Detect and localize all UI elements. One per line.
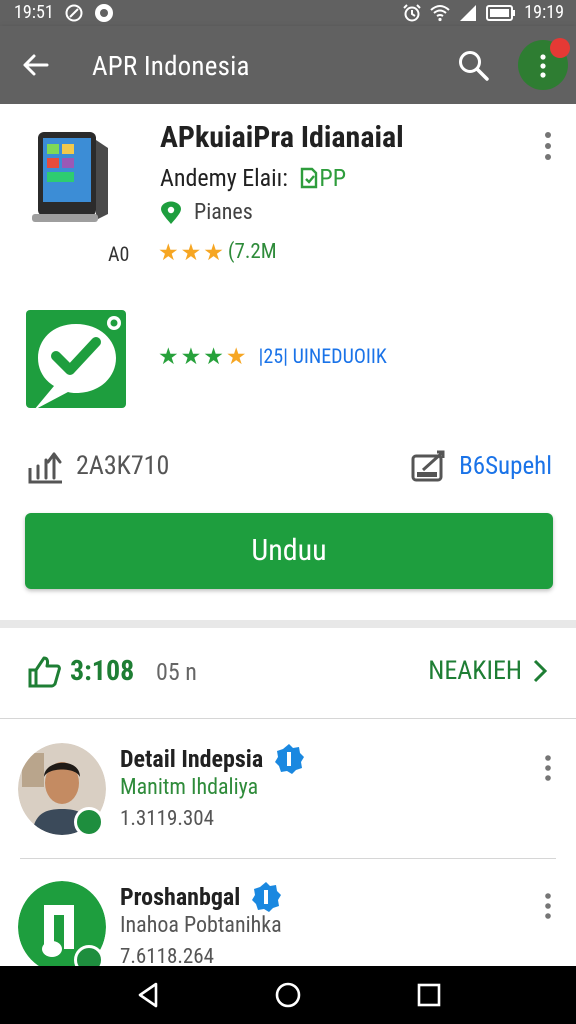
navigation-bar	[0, 966, 576, 1024]
app-name: APkuiaiPra Idianaial	[160, 120, 404, 155]
star-icon: ★	[158, 342, 179, 370]
status-time-left: 19:51	[14, 2, 54, 23]
app-badge-icon	[74, 807, 104, 837]
battery-icon	[486, 4, 516, 21]
size-stat[interactable]: B6Supehl	[409, 446, 552, 486]
developer-tag: PP	[293, 164, 346, 192]
star-icon: ★	[203, 238, 224, 266]
size-value: B6Supehl	[459, 451, 552, 481]
developer-label: Andemy Elaiı:	[160, 164, 288, 192]
alarm-icon	[403, 3, 421, 21]
rating-summary: ★ ★ ★ (7.2M	[158, 240, 277, 264]
age-rating: A0	[108, 242, 130, 266]
downloads-value: 2A3K710	[76, 451, 170, 481]
page-title: APR Indonesia	[92, 50, 250, 82]
category-label: Pianes	[194, 200, 253, 225]
thumbs-up-icon	[28, 656, 61, 688]
developer-badge-icon	[301, 167, 318, 189]
star-icon: ★	[225, 342, 247, 370]
home-nav-icon[interactable]	[273, 980, 303, 1010]
section-separator	[0, 620, 576, 628]
star-icon: ★	[158, 238, 179, 266]
status-time-right: 19:19	[524, 2, 564, 23]
category-pin-icon	[161, 201, 181, 224]
account-menu-button[interactable]	[518, 38, 570, 90]
search-icon[interactable]	[456, 48, 492, 84]
download-count-icon	[28, 452, 62, 484]
item-title: Detail Indepsia	[120, 745, 264, 773]
app-icon	[26, 310, 126, 410]
notification-dot-icon	[94, 3, 113, 22]
reviews-count: 3:108	[70, 654, 135, 687]
developer-tag-text: PP	[319, 164, 347, 192]
item-number: 1.3119.304	[120, 807, 215, 831]
rating-count: (7.2M	[227, 240, 277, 264]
star-icon: ★	[180, 342, 202, 370]
downloads-stat: 2A3K710	[26, 446, 169, 486]
reviews-more-label: NEAKIEH	[428, 656, 522, 686]
item-title: Proshanbgal	[120, 883, 241, 911]
wifi-icon	[430, 4, 450, 21]
verified-badge-icon	[252, 882, 282, 912]
rating-detail-text: |25| UINEDUOIIK	[258, 344, 387, 368]
developer-name[interactable]: Andemy Elaiı: PP	[160, 164, 346, 192]
recents-nav-icon[interactable]	[414, 980, 444, 1010]
data-saver-icon	[65, 4, 83, 21]
status-bar: 19:51 19:19	[0, 0, 576, 26]
install-button[interactable]: Unduu	[25, 513, 553, 589]
list-item[interactable]: Detail Indepsia Manitm Ihdaliya 1.3119.3…	[0, 719, 576, 859]
item-subtitle: Manitm Ihdaliya	[120, 775, 259, 800]
signal-icon	[460, 4, 477, 21]
more-vert-icon[interactable]	[538, 891, 558, 921]
star-icon: ★	[180, 238, 202, 266]
back-arrow-icon[interactable]	[18, 48, 52, 82]
phone-illustration-icon	[32, 132, 108, 222]
back-nav-icon[interactable]	[134, 980, 164, 1010]
chevron-right-icon	[533, 659, 548, 683]
more-vert-icon	[540, 54, 546, 78]
category[interactable]: Pianes	[160, 200, 253, 225]
notification-badge	[550, 38, 570, 58]
star-icon: ★	[203, 342, 224, 370]
verified-badge-icon	[275, 744, 305, 774]
app-bar: APR Indonesia	[0, 26, 576, 104]
reviews-more-link[interactable]: NEAKIEH	[428, 656, 548, 686]
reviews-sub: 05 n	[156, 658, 197, 686]
reviews-header[interactable]: 3:108 05 n NEAKIEH	[0, 628, 576, 718]
rating-detail[interactable]: ★ ★ ★ ★ |25| UINEDUOIIK	[158, 344, 387, 368]
more-vert-icon[interactable]	[538, 130, 558, 162]
more-vert-icon[interactable]	[538, 753, 558, 783]
edit-box-icon	[411, 450, 445, 482]
item-subtitle: Inahoa Pobtanihka	[120, 913, 282, 938]
